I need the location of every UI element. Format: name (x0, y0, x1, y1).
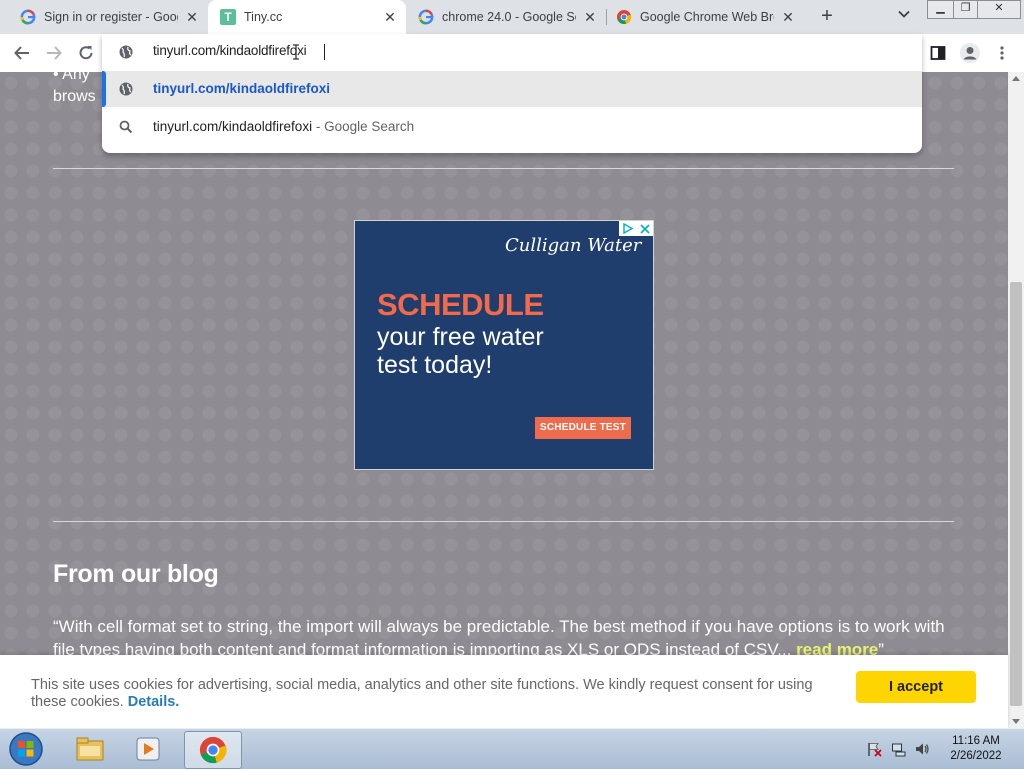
ad-close-icon[interactable] (636, 221, 653, 236)
minimize-window-icon[interactable]: ▁ (927, 0, 954, 19)
tab-chrome-24[interactable]: chrome 24.0 - Google Se ✕ (410, 0, 606, 34)
suggestion-suffix: - Google Search (312, 119, 415, 134)
action-center-flag-icon[interactable] (866, 741, 882, 757)
close-tab-icon[interactable]: ✕ (582, 9, 598, 25)
vertical-scrollbar[interactable] (1008, 72, 1024, 728)
page-text-fragment: brows (53, 88, 96, 105)
omnibox-suggestion-url[interactable]: tinyurl.com/kindaoldfirefoxi (102, 71, 922, 107)
ibeam-cursor-icon (292, 44, 300, 60)
search-icon (118, 119, 134, 135)
volume-speaker-icon[interactable] (914, 741, 930, 757)
ad-schedule-test-button[interactable]: SCHEDULE TEST (535, 417, 631, 439)
side-panel-icon[interactable] (926, 41, 950, 65)
close-tab-icon[interactable]: ✕ (184, 9, 200, 25)
tab-title: Tiny.cc (244, 10, 283, 24)
omnibox[interactable]: tinyurl.com/kindaoldfirefoxi (102, 34, 922, 70)
tab-sign-in[interactable]: Sign in or register - Goog ✕ (12, 0, 208, 34)
ad-brand-logo: Culligan Water (505, 235, 642, 256)
start-button[interactable] (4, 731, 48, 767)
scroll-up-arrow-icon[interactable] (1012, 76, 1020, 81)
suggestion-text: tinyurl.com/kindaoldfirefoxi - Google Se… (153, 119, 414, 134)
cookie-message: This site uses cookies for advertising, … (31, 677, 831, 711)
windows-taskbar: 11:16 AM 2/26/2022 (0, 728, 1024, 769)
scrollbar-thumb[interactable] (1010, 282, 1022, 706)
ad-subline: test today! (377, 351, 493, 379)
tab-search-chevron-icon[interactable] (894, 7, 914, 27)
scroll-down-arrow-icon[interactable] (1012, 719, 1020, 724)
clock-date: 2/26/2022 (950, 750, 1002, 762)
suggestion-query: tinyurl.com/kindaoldfirefoxi (153, 119, 313, 134)
advertisement[interactable]: Culligan Water SCHEDULE your free water … (354, 220, 654, 470)
google-g-icon (20, 9, 36, 25)
close-tab-icon[interactable]: ✕ (780, 9, 796, 25)
taskbar-clock[interactable]: 11:16 AM 2/26/2022 (940, 734, 1012, 764)
new-tab-icon[interactable]: + (815, 5, 839, 29)
close-tab-icon[interactable]: ✕ (382, 9, 398, 25)
profile-avatar-icon[interactable] (958, 41, 982, 65)
tab-title: Google Chrome Web Bro (640, 10, 774, 24)
omnibox-suggestion-search[interactable]: tinyurl.com/kindaoldfirefoxi - Google Se… (102, 109, 922, 145)
google-g-icon (418, 9, 434, 25)
clock-time: 11:16 AM (952, 735, 1000, 747)
divider (53, 168, 954, 169)
tab-strip: Sign in or register - Goog ✕ T Tiny.cc ✕… (0, 0, 1024, 34)
file-explorer-taskbar-icon[interactable] (70, 731, 110, 767)
tab-separator (606, 9, 607, 25)
cookie-details-link[interactable]: Details. (128, 694, 180, 710)
restore-window-icon[interactable]: ❐ (953, 0, 978, 19)
back-arrow-icon[interactable] (10, 41, 34, 65)
globe-icon (118, 44, 134, 60)
page-text-fragment: • Any (53, 66, 90, 83)
tab-chrome-web-browser[interactable]: Google Chrome Web Bro ✕ (608, 0, 804, 34)
adchoices-play-icon[interactable] (619, 221, 636, 236)
close-window-icon[interactable]: ✕ (977, 0, 1021, 19)
globe-icon (118, 81, 134, 97)
ad-subline: your free water (377, 323, 544, 351)
menu-kebab-icon[interactable] (990, 41, 1014, 65)
omnibox-input[interactable]: tinyurl.com/kindaoldfirefoxi (153, 43, 307, 58)
chrome-taskbar-icon[interactable] (184, 731, 242, 769)
network-icon[interactable] (891, 741, 907, 757)
cookie-banner: This site uses cookies for advertising, … (0, 655, 1008, 728)
reload-icon[interactable] (74, 41, 98, 65)
media-player-taskbar-icon[interactable] (128, 731, 168, 767)
accept-cookies-button[interactable]: I accept (856, 671, 976, 703)
suggestion-text: tinyurl.com/kindaoldfirefoxi (153, 81, 331, 96)
blog-heading: From our blog (53, 560, 219, 588)
text-caret (324, 44, 325, 60)
ad-headline: SCHEDULE (377, 287, 544, 322)
tab-title: Sign in or register - Goog (44, 10, 178, 24)
tinycc-t-icon: T (220, 9, 236, 25)
adchoices[interactable] (619, 221, 653, 236)
forward-arrow-icon[interactable] (42, 41, 66, 65)
tab-tinycc[interactable]: T Tiny.cc ✕ (208, 0, 406, 34)
chrome-icon (616, 9, 632, 25)
web-page: • Any brows Culligan Water SCHEDULE your… (0, 66, 1008, 728)
selection-indicator (102, 71, 106, 107)
divider (53, 521, 954, 522)
omnibox-dropdown: tinyurl.com/kindaoldfirefoxi tinyurl.com… (102, 34, 922, 153)
tab-title: chrome 24.0 - Google Se (442, 10, 576, 24)
